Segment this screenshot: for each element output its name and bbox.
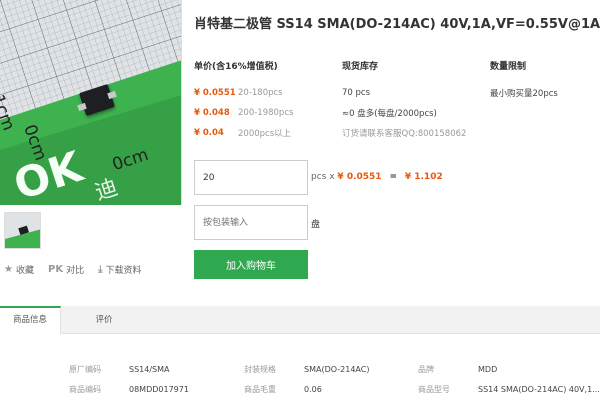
stock-heading: 现货库存: [342, 62, 379, 72]
tier-price: ¥ 0.048: [194, 108, 230, 118]
spec-key: 原厂编码: [69, 365, 101, 374]
spec-key: 商品编码: [69, 385, 101, 394]
limit-section: 数量限制 最小购买量20pcs: [490, 59, 600, 103]
compare-button[interactable]: PK 对比: [48, 263, 84, 276]
pack-quantity-input[interactable]: [194, 205, 308, 240]
spec-value: SMA(DO-214AC): [304, 365, 370, 374]
tier-range: 2000pcs以上: [238, 129, 292, 139]
spec-item: 原厂编码 SS14/SMA: [69, 364, 169, 375]
pack-unit-label: 盘: [311, 220, 321, 230]
spec-item: 商品编码 08MDD017971: [69, 384, 189, 395]
price-tier: ¥ 0.0551 20-180pcs: [194, 83, 334, 103]
spec-key: 商品毛重: [244, 385, 276, 394]
tab-reviews[interactable]: 评价: [62, 306, 146, 334]
download-button[interactable]: ⤓ 下载资料: [98, 263, 141, 276]
spec-value: 08MDD017971: [129, 385, 189, 394]
stock-pack: ≈0 盘多(每盘/2000pcs): [342, 109, 437, 119]
download-label: 下载资料: [105, 266, 142, 276]
tier-range: 20-180pcs: [238, 88, 283, 98]
favorite-label: 收藏: [15, 266, 34, 276]
quantity-input[interactable]: [194, 160, 308, 195]
unit-price: ¥ 0.0551: [337, 172, 382, 182]
equals-sign: =: [389, 172, 397, 182]
spec-value: MDD: [478, 365, 498, 374]
stock-contact: 订货请联系客服QQ:800158062: [342, 129, 467, 139]
detail-tabs: 商品信息 评价: [0, 306, 600, 334]
favorite-button[interactable]: ★ 收藏: [4, 263, 34, 276]
product-actions: ★ 收藏 PK 对比 ⤓ 下载资料: [4, 263, 142, 276]
compare-label: 对比: [66, 266, 85, 276]
spec-key: 商品型号: [418, 385, 450, 394]
total-price: ¥ 1.102: [404, 172, 443, 182]
star-icon: ★: [4, 264, 13, 275]
spec-item: 封装规格 SMA(DO-214AC): [244, 364, 369, 375]
spec-value: SS14 SMA(DO-214AC) 40V,1...: [478, 385, 600, 394]
product-title: 肖特基二极管 SS14 SMA(DO-214AC) 40V,1A,VF=0.55…: [194, 17, 600, 32]
download-icon: ⤓: [98, 264, 103, 275]
tab-product-info[interactable]: 商品信息: [0, 306, 61, 334]
tier-price: ¥ 0.0551: [194, 88, 236, 98]
price-tier: ¥ 0.048 200-1980pcs: [194, 103, 334, 123]
pk-icon: PK: [47, 264, 64, 275]
stock-qty: 70 pcs: [342, 88, 371, 98]
min-buy: 最小购买量20pcs: [490, 89, 558, 99]
add-to-cart-button[interactable]: 加入购物车: [194, 250, 308, 279]
price-heading: 单价(含16%增值税): [194, 62, 278, 72]
tier-range: 200-1980pcs: [238, 108, 294, 118]
spec-value: SS14/SMA: [129, 365, 170, 374]
spec-item: 商品型号 SS14 SMA(DO-214AC) 40V,1...: [418, 384, 600, 395]
tier-price: ¥ 0.04: [194, 128, 224, 138]
price-calculation: pcs x ¥ 0.0551 = ¥ 1.102: [311, 172, 443, 182]
spec-item: 商品毛重 0.06: [244, 384, 322, 395]
limit-heading: 数量限制: [490, 62, 527, 72]
unit-x: pcs x: [311, 172, 335, 182]
spec-value: 0.06: [304, 385, 322, 394]
spec-key: 品牌: [418, 365, 434, 374]
product-thumbnail[interactable]: [4, 212, 41, 249]
product-image: OK 迪 1cm 0cm 0cm: [0, 0, 182, 205]
price-tier: ¥ 0.04 2000pcs以上: [194, 123, 334, 143]
price-section: 单价(含16%增值税) ¥ 0.0551 20-180pcs ¥ 0.048 2…: [194, 59, 334, 143]
spec-key: 封装规格: [244, 365, 276, 374]
spec-item: 品牌 MDD: [418, 364, 497, 375]
stock-section: 现货库存 70 pcs ≈0 盘多(每盘/2000pcs) 订货请联系客服QQ:…: [342, 59, 482, 143]
